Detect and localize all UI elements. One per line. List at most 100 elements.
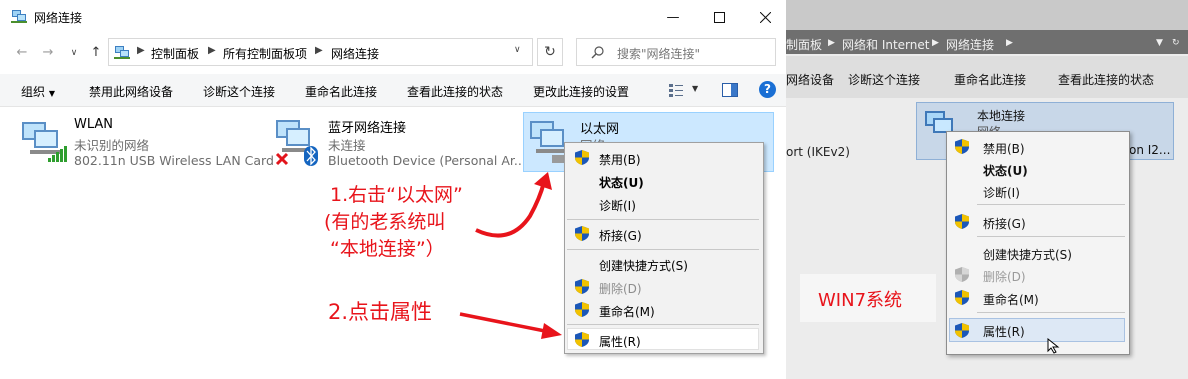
- breadcrumb-separator-icon: ▶: [315, 45, 323, 56]
- change-settings-button[interactable]: 更改此连接的设置: [533, 83, 629, 100]
- help-icon[interactable]: ?: [759, 81, 776, 98]
- menu-item-properties-highlight[interactable]: 属性(R): [567, 328, 759, 350]
- win7-diagnose-button[interactable]: 诊断这个连接: [848, 71, 920, 88]
- win7-address-bar: 制面板 ▶ 网络和 Internet ▶ 网络连接 ▶ ▼ ↻: [786, 30, 1188, 54]
- win7-item-device-partial: on I2...: [1129, 143, 1171, 157]
- win7-photo-panel: 制面板 ▶ 网络和 Internet ▶ 网络连接 ▶ ▼ ↻ 网络设备 诊断这…: [786, 0, 1188, 379]
- uac-shield-icon: [955, 139, 969, 154]
- menu-item-properties[interactable]: 属性(R): [599, 333, 641, 350]
- close-button[interactable]: [742, 0, 788, 34]
- uac-shield-icon: [575, 150, 589, 165]
- win7-menu-item-diagnose[interactable]: 诊断(I): [983, 184, 1020, 201]
- breadcrumb-separator-icon: ▶: [137, 45, 145, 56]
- diagnose-connection-button[interactable]: 诊断这个连接: [203, 83, 275, 100]
- refresh-button[interactable]: ↻: [537, 38, 563, 66]
- uac-shield-icon: [575, 332, 589, 347]
- wlan-adapter-icon: [22, 122, 67, 162]
- rename-connection-button[interactable]: 重命名此连接: [305, 83, 377, 100]
- maximize-button[interactable]: [696, 0, 742, 34]
- menu-item-bridge[interactable]: 桥接(G): [599, 227, 642, 244]
- uac-shield-icon: [955, 267, 969, 282]
- win7-menu-item-properties[interactable]: 属性(R): [983, 323, 1025, 340]
- close-icon: [759, 11, 771, 23]
- recent-locations-chevron-icon[interactable]: ∨: [66, 45, 82, 61]
- win7-partial-item-text: ort (IKEv2): [786, 145, 850, 159]
- win7-menu-item-status[interactable]: 状态(U): [983, 162, 1028, 179]
- win7-menu-item-delete: 删除(D): [983, 270, 1026, 284]
- context-menu: 禁用(B) 状态(U) 诊断(I) 桥接(G) 创建快捷方式(S) 删除(D) …: [564, 142, 764, 354]
- uac-shield-icon: [575, 279, 589, 294]
- dropdown-arrow-icon: ▼: [48, 89, 55, 98]
- view-status-button[interactable]: 查看此连接的状态: [407, 83, 503, 100]
- forward-arrow-icon[interactable]: →: [40, 45, 56, 61]
- item-name: 蓝牙网络连接: [328, 121, 407, 136]
- menu-item-rename[interactable]: 重命名(M): [599, 303, 655, 320]
- win7-system-label: WIN7系统: [818, 290, 903, 311]
- win7-dropdown-icon[interactable]: ▼: [1156, 38, 1163, 48]
- uac-shield-icon: [955, 290, 969, 305]
- uac-shield-icon: [575, 302, 589, 317]
- win7-menu-item-bridge[interactable]: 桥接(G): [983, 215, 1026, 232]
- win7-menu-item-rename[interactable]: 重命名(M): [983, 291, 1039, 308]
- bluetooth-adapter-icon: [275, 120, 318, 166]
- win7-disable-device-button[interactable]: 网络设备: [786, 71, 834, 88]
- win7-view-status-button[interactable]: 查看此连接的状态: [1058, 71, 1154, 88]
- breadcrumb-control-panel[interactable]: 控制面板: [151, 45, 199, 62]
- win7-rename-button[interactable]: 重命名此连接: [954, 71, 1026, 88]
- win7-menu-item-properties-highlight[interactable]: 属性(R): [949, 318, 1125, 342]
- win7-label-box: WIN7系统: [800, 274, 936, 322]
- annotation-step1-line2: (有的老系统叫: [324, 211, 446, 233]
- menu-separator: [977, 204, 1125, 205]
- title-bar: 网络连接 —: [0, 0, 786, 34]
- win7-breadcrumb-control-panel[interactable]: 制面板: [786, 36, 822, 53]
- breadcrumb-all-control-panel-items[interactable]: 所有控制面板项: [223, 45, 307, 62]
- menu-item-status[interactable]: 状态(U): [599, 174, 644, 191]
- up-arrow-icon[interactable]: ↑: [88, 45, 104, 61]
- annotation-step2: 2.点击属性: [328, 300, 433, 324]
- address-bar[interactable]: ▶ 控制面板 ▶ 所有控制面板项 ▶ 网络连接 ∨: [108, 38, 533, 66]
- uac-shield-icon: [955, 214, 969, 229]
- disable-device-button[interactable]: 禁用此网络设备: [89, 83, 173, 100]
- back-arrow-icon[interactable]: ←: [14, 45, 30, 61]
- menu-item-diagnose[interactable]: 诊断(I): [599, 197, 636, 214]
- breadcrumb-network-connections[interactable]: 网络连接: [331, 45, 379, 62]
- preview-pane-icon[interactable]: [722, 83, 738, 97]
- menu-separator: [567, 249, 759, 250]
- search-input[interactable]: 搜索"网络连接": [576, 38, 776, 66]
- window-title: 网络连接: [34, 11, 83, 25]
- menu-item-create-shortcut[interactable]: 创建快捷方式(S): [599, 257, 688, 274]
- menu-separator: [567, 219, 759, 220]
- breadcrumb-separator-icon: ▶: [932, 38, 939, 48]
- command-bar: 组织 ▼ 禁用此网络设备 诊断这个连接 重命名此连接 查看此连接的状态 更改此连…: [0, 74, 786, 107]
- annotation-arrow-straight-icon: [459, 312, 562, 339]
- menu-item-disable[interactable]: 禁用(B): [599, 151, 641, 168]
- organize-menu-button[interactable]: 组织 ▼: [21, 83, 55, 100]
- minimize-button[interactable]: —: [650, 0, 696, 34]
- view-options-dropdown-icon[interactable]: ▼: [692, 84, 698, 93]
- item-status: 未识别的网络: [74, 138, 150, 153]
- annotation-step1-line1: 1.右击“以太网”: [330, 184, 463, 206]
- win7-breadcrumb-network-connections[interactable]: 网络连接: [946, 36, 994, 53]
- item-device: Bluetooth Device (Personal Ar...: [328, 153, 526, 168]
- win7-item-name: 本地连接: [977, 109, 1026, 123]
- search-placeholder: 搜索"网络连接": [617, 47, 701, 61]
- breadcrumb-separator-icon: ▶: [828, 38, 835, 48]
- win7-breadcrumb-network-internet[interactable]: 网络和 Internet: [842, 36, 929, 53]
- network-item-wlan[interactable]: WLAN 未识别的网络 802.11n USB Wireless LAN Car…: [16, 112, 274, 174]
- search-icon: [591, 46, 604, 59]
- win7-titlebar: [786, 0, 1188, 30]
- address-dropdown-chevron-icon[interactable]: ∨: [514, 45, 521, 55]
- menu-separator: [977, 312, 1125, 313]
- address-row: ← → ∨ ↑ ▶ 控制面板 ▶ 所有控制面板项 ▶ 网络连接 ∨ ↻ 搜索"网…: [0, 36, 786, 70]
- view-options-icon[interactable]: [669, 83, 683, 97]
- maximize-icon: [713, 11, 725, 23]
- network-item-bluetooth[interactable]: 蓝牙网络连接 未连接 Bluetooth Device (Personal Ar…: [272, 112, 526, 174]
- minimize-icon: —: [666, 9, 680, 25]
- item-name: WLAN: [74, 117, 114, 132]
- annotation-arrow-curved-icon: [475, 172, 552, 238]
- win7-menu-item-create-shortcut[interactable]: 创建快捷方式(S): [983, 246, 1072, 263]
- win7-refresh-icon[interactable]: ↻: [1172, 38, 1180, 48]
- win7-menu-item-disable[interactable]: 禁用(B): [983, 140, 1025, 157]
- item-device: 802.11n USB Wireless LAN Card: [74, 153, 274, 168]
- uac-shield-icon: [955, 323, 969, 338]
